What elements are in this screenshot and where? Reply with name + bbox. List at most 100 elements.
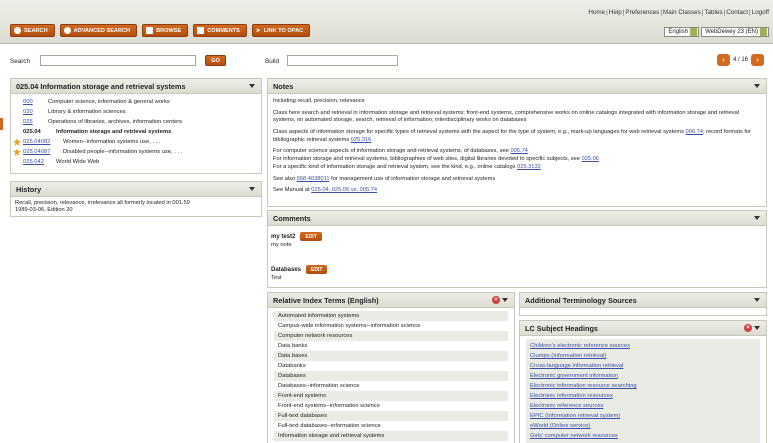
chevron-down-icon[interactable]: [249, 84, 255, 88]
search-label: Search: [10, 58, 30, 65]
note-link[interactable]: 006.74: [686, 129, 703, 135]
comment-header: Databases EDIT: [271, 265, 763, 274]
hierarchy-title: 025.04 Information storage and retrieval…: [16, 82, 186, 91]
note-text: See Manual at 025.04, 025.06 vs. 005.74: [273, 187, 378, 194]
comment-header: my test2 EDIT: [271, 232, 763, 241]
hierarchy-row: 000 Computer science, information & gener…: [23, 99, 170, 105]
chevron-down-icon[interactable]: [754, 298, 760, 302]
list-item[interactable]: Front-end systems: [274, 391, 508, 401]
relative-index-title: Relative Index Terms (English): [273, 296, 379, 305]
subject-heading-link[interactable]: Clumps (Information retrieval): [530, 351, 756, 361]
search-button[interactable]: SEARCH: [10, 24, 55, 37]
list-item[interactable]: Full-text databases: [274, 411, 508, 421]
chevron-down-icon[interactable]: [502, 298, 508, 302]
edit-button[interactable]: EDIT: [300, 232, 322, 241]
list-item[interactable]: Data bases: [274, 351, 508, 361]
class-link[interactable]: 020: [23, 109, 48, 115]
hierarchy-row: 025.04082 Women--information systems use,…: [13, 137, 261, 147]
chevron-down-icon[interactable]: [754, 326, 760, 330]
comment-icon: [197, 27, 205, 34]
class-link[interactable]: 000: [23, 99, 48, 105]
list-item[interactable]: Databanks: [274, 361, 508, 371]
search-input[interactable]: [40, 55, 196, 66]
note-text: For computer science aspects of informat…: [273, 148, 599, 170]
note-link[interactable]: 025.04, 025.06 vs. 005.74: [311, 187, 377, 193]
logoff-link[interactable]: Logoff: [752, 9, 769, 16]
close-icon[interactable]: ×: [492, 296, 500, 304]
chevron-down-icon: [760, 28, 767, 36]
relative-index-panel: Relative Index Terms (English) × Automate…: [267, 292, 515, 443]
pager: ‹ 4 / 16 ›: [716, 54, 764, 66]
note-text: Including recall, precision, relevance: [273, 98, 365, 104]
hierarchy-row: 020 Library & information sciences: [23, 109, 126, 115]
contact-link[interactable]: Contact: [726, 9, 748, 16]
comments-button[interactable]: COMMENTS: [193, 24, 247, 37]
class-link[interactable]: 025.04087: [23, 149, 63, 155]
list-item[interactable]: Databases--information science: [274, 381, 508, 391]
chevron-down-icon: [690, 28, 698, 36]
comment-text: Test: [271, 275, 282, 281]
list-item[interactable]: Full-text databases--information science: [274, 421, 508, 431]
comments-title: Comments: [273, 214, 311, 223]
chevron-down-icon[interactable]: [249, 187, 255, 191]
lc-subject-headings-title: LC Subject Headings: [525, 324, 598, 333]
language-select[interactable]: English: [664, 27, 700, 37]
subject-heading-link[interactable]: EPIC (Information retrieval system): [530, 411, 756, 421]
subject-heading-link[interactable]: eWorld (Online service): [530, 421, 756, 431]
subject-heading-link[interactable]: Electronic information resource searchin…: [530, 381, 756, 391]
go-button[interactable]: GO: [205, 55, 226, 66]
note-link[interactable]: 025.316: [351, 137, 372, 143]
subject-heading-link[interactable]: Girls' computer network resources: [530, 431, 756, 441]
tables-link[interactable]: Tables: [704, 9, 722, 16]
chevron-down-icon[interactable]: [754, 84, 760, 88]
list-item[interactable]: Front-end systems--information science: [274, 401, 508, 411]
subject-heading-link[interactable]: Electronic reference sources: [530, 401, 756, 411]
help-link[interactable]: Help: [609, 9, 622, 16]
note-link[interactable]: 005.74: [510, 148, 527, 154]
list-item[interactable]: Databases: [274, 371, 508, 381]
list-item[interactable]: Data banks: [274, 341, 508, 351]
edit-button[interactable]: EDIT: [306, 265, 328, 274]
page-indicator: 4 / 16: [732, 57, 748, 63]
list-item[interactable]: Automated information systems: [274, 311, 508, 321]
comment-text: my note: [271, 242, 292, 248]
link-to-opac-button[interactable]: ➤ LINK TO OPAC: [251, 24, 311, 37]
chevron-down-icon[interactable]: [754, 216, 760, 220]
subject-heading-link[interactable]: Cross-language information retrieval: [530, 361, 756, 371]
history-line: Recall, precision, relevance, irrelevanc…: [15, 200, 190, 206]
search-icon: [63, 27, 71, 34]
class-link[interactable]: 025.04082: [23, 139, 63, 145]
additional-terminology-title: Additional Terminology Sources: [525, 296, 637, 305]
note-link[interactable]: 025.3132: [517, 164, 541, 170]
arrow-icon: ➤: [255, 27, 261, 34]
advanced-search-button[interactable]: ADVANCED SEARCH: [59, 24, 138, 37]
history-panel: History Recall, precision, relevance, ir…: [10, 181, 262, 217]
hierarchy-panel: 025.04 Information storage and retrieval…: [10, 78, 262, 174]
search-icon: [14, 27, 21, 34]
previous-page-icon[interactable]: ‹: [716, 54, 730, 66]
class-link[interactable]: 025: [23, 119, 48, 125]
note-text: See also 658.4038011 for management use …: [273, 175, 496, 182]
list-item[interactable]: Computer network resources: [274, 331, 508, 341]
subject-heading-link[interactable]: Electronic information resources: [530, 391, 756, 401]
note-link[interactable]: 025.06: [582, 156, 599, 162]
edition-select[interactable]: WebDewey 23 (EN): [701, 27, 769, 37]
list-item[interactable]: Information storage and retrieval system…: [274, 431, 508, 441]
home-link[interactable]: Home: [588, 9, 605, 16]
list-item[interactable]: Campus-wide information systems--informa…: [274, 321, 508, 331]
preferences-link[interactable]: Preferences: [625, 9, 659, 16]
hierarchy-row-current: 025.04 Information storage and retrieval …: [23, 129, 172, 135]
build-label: Build: [265, 58, 280, 65]
note-text: Class here search and retrieval in infor…: [273, 109, 739, 124]
main-classes-link[interactable]: Main Classes: [663, 9, 701, 16]
subject-heading-link[interactable]: Electronic government information: [530, 371, 756, 381]
subject-heading-link[interactable]: Children's electronic reference sources: [530, 341, 756, 351]
class-link[interactable]: 025.042: [23, 159, 56, 165]
next-page-icon[interactable]: ›: [751, 54, 764, 66]
note-link[interactable]: 658.4038011: [297, 176, 330, 182]
close-icon[interactable]: ×: [744, 324, 752, 332]
history-title: History: [16, 185, 42, 194]
notes-panel: Notes Including recall, precision, relev…: [267, 78, 767, 207]
build-input[interactable]: [287, 55, 398, 66]
browse-button[interactable]: BROWSE: [142, 24, 189, 37]
